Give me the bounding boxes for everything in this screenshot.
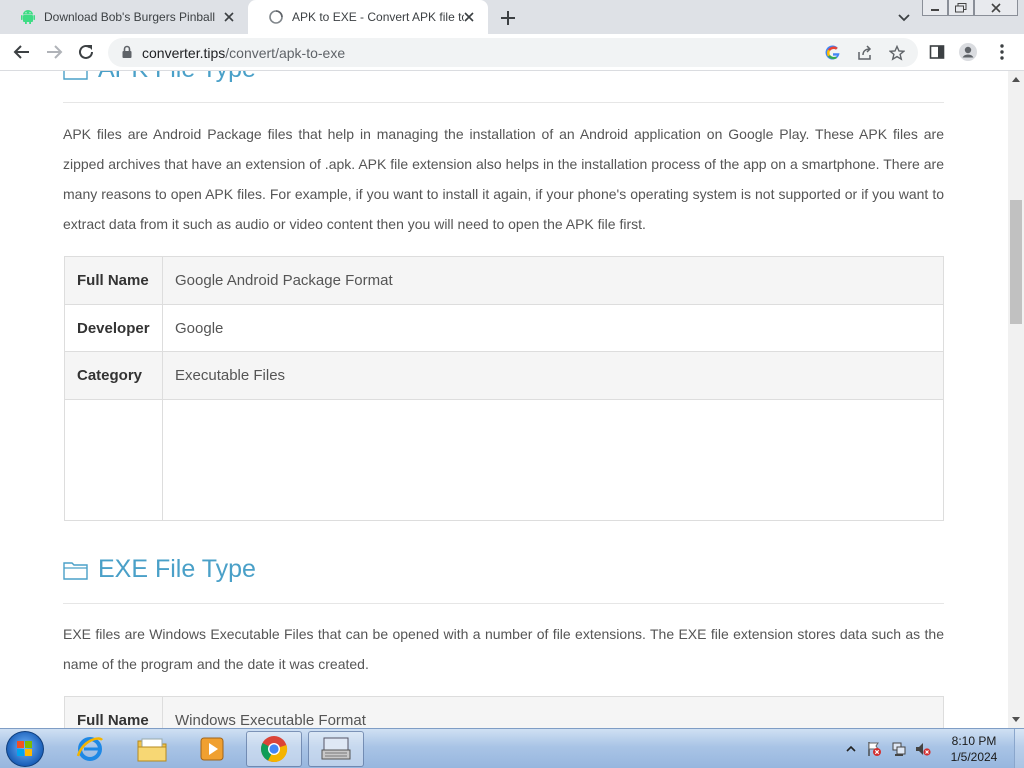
- table-value: Executable Files: [162, 351, 944, 400]
- table-key: Category: [64, 351, 163, 400]
- folder-icon: [63, 71, 89, 81]
- scroll-up-arrow-icon[interactable]: [1008, 71, 1024, 87]
- tab-title: Download Bob's Burgers Pinball: [44, 10, 216, 24]
- folder-icon: [63, 559, 89, 581]
- url-host: converter.tips: [142, 45, 226, 61]
- url-text[interactable]: converter.tips/convert/apk-to-exe: [142, 45, 345, 61]
- reload-icon[interactable]: [76, 42, 96, 62]
- clock-date: 1/5/2024: [950, 750, 998, 764]
- exe-description: EXE files are Windows Executable Files t…: [63, 626, 944, 672]
- close-tab-icon[interactable]: [462, 10, 476, 24]
- page-scrollbar[interactable]: [1008, 71, 1024, 728]
- exe-info-table: Full Name Windows Executable Format: [64, 696, 944, 728]
- tab-apk-to-exe[interactable]: APK to EXE - Convert APK file to: [248, 0, 488, 34]
- table-row: Full Name Windows Executable Format: [64, 696, 944, 728]
- table-row: Category Executable Files: [64, 351, 944, 400]
- table-key: Developer: [64, 304, 163, 352]
- system-clock[interactable]: 8:10 PM 1/5/2024: [938, 733, 1010, 765]
- show-hidden-icons-chevron[interactable]: [845, 742, 861, 758]
- chrome-taskbar-icon[interactable]: [246, 731, 302, 767]
- tab-title: APK to EXE - Convert APK file to: [292, 10, 464, 24]
- apk-info-table: Full Name Google Android Package Format …: [64, 256, 944, 521]
- start-button[interactable]: [6, 731, 44, 767]
- close-tab-icon[interactable]: [222, 10, 236, 24]
- table-key: [64, 399, 163, 521]
- scroll-down-arrow-icon[interactable]: [1008, 712, 1024, 728]
- side-panel-icon[interactable]: [927, 42, 947, 62]
- bookmark-star-icon[interactable]: [888, 44, 906, 62]
- new-tab-button[interactable]: [498, 8, 518, 28]
- network-icon[interactable]: [891, 741, 907, 757]
- windows-taskbar: 8:10 PM 1/5/2024: [0, 728, 1024, 768]
- tab-search-chevron-icon[interactable]: [896, 10, 912, 26]
- forward-arrow-icon[interactable]: [44, 42, 64, 62]
- table-key: Full Name: [64, 256, 163, 305]
- section-title: APK File Type: [98, 71, 256, 84]
- internet-explorer-icon[interactable]: [62, 731, 118, 767]
- url-path: /convert/apk-to-exe: [225, 45, 346, 61]
- apk-description: APK files are Android Package files that…: [63, 126, 944, 232]
- table-row: Full Name Google Android Package Format: [64, 256, 944, 305]
- table-row: [64, 399, 944, 521]
- loading-globe-icon: [268, 9, 284, 25]
- table-key: Full Name: [64, 696, 163, 728]
- table-value: [162, 399, 944, 521]
- scrollbar-thumb[interactable]: [1010, 200, 1022, 324]
- share-icon[interactable]: [856, 44, 874, 62]
- menu-kebab-icon[interactable]: [992, 42, 1012, 62]
- clock-time: 8:10 PM: [951, 734, 997, 748]
- on-screen-keyboard-icon[interactable]: [308, 731, 364, 767]
- show-desktop-button[interactable]: [1014, 729, 1024, 768]
- lock-icon[interactable]: [120, 45, 134, 59]
- section-title: EXE File Type: [98, 555, 256, 583]
- back-arrow-icon[interactable]: [12, 42, 32, 62]
- restore-button[interactable]: [948, 0, 974, 16]
- page-content: APK File Type APK files are Android Pack…: [0, 71, 1008, 728]
- tab-bobs-burgers[interactable]: Download Bob's Burgers Pinball: [0, 0, 248, 34]
- browser-toolbar: converter.tips/convert/apk-to-exe: [0, 34, 1024, 71]
- table-value: Google Android Package Format: [162, 256, 944, 305]
- minimize-button[interactable]: [922, 0, 948, 16]
- divider: [63, 603, 944, 604]
- file-explorer-icon[interactable]: [124, 731, 180, 767]
- window-controls: [922, 0, 1018, 16]
- apk-section-heading: APK File Type: [63, 71, 256, 84]
- media-player-icon[interactable]: [184, 731, 240, 767]
- divider: [63, 102, 944, 103]
- table-value: Windows Executable Format: [162, 696, 944, 728]
- close-window-button[interactable]: [974, 0, 1018, 16]
- address-bar[interactable]: converter.tips/convert/apk-to-exe: [108, 38, 918, 67]
- tab-strip: Download Bob's Burgers Pinball APK to EX…: [0, 0, 1024, 34]
- exe-section-heading: EXE File Type: [63, 555, 256, 584]
- google-icon[interactable]: [824, 44, 842, 62]
- action-center-flag-icon[interactable]: [866, 741, 882, 757]
- volume-muted-icon[interactable]: [915, 741, 931, 757]
- table-row: Developer Google: [64, 304, 944, 352]
- table-value: Google: [162, 304, 944, 352]
- profile-avatar-icon[interactable]: [958, 42, 978, 62]
- android-icon: [20, 9, 36, 25]
